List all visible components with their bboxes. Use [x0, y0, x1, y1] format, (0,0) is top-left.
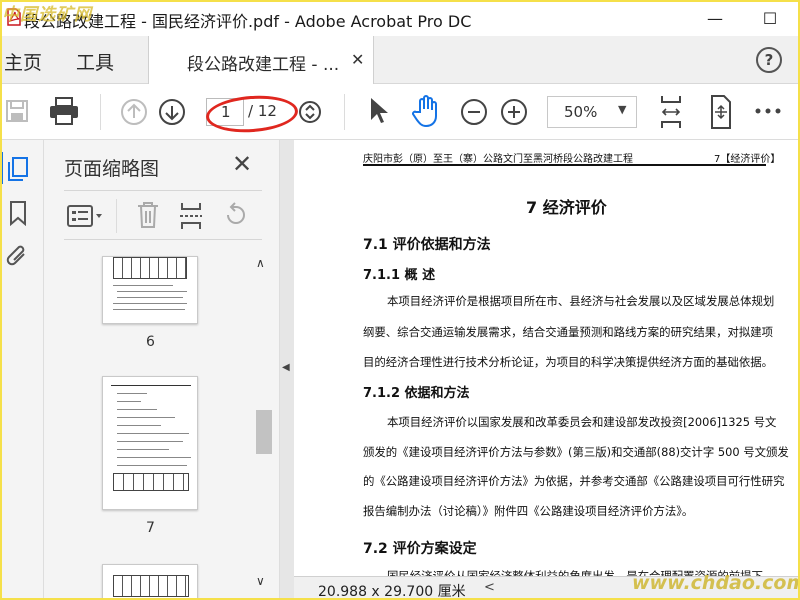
thumbnail-text-line: [113, 303, 187, 304]
tab-bar: 主页 工具 段公路改建工程 - ... ✕ ?: [0, 36, 800, 84]
thumbnail-table: [113, 257, 187, 279]
doc-subsection-heading: 7.1.1 概 述: [363, 268, 436, 283]
print-icon[interactable]: [48, 96, 80, 126]
main-toolbar: 1 / 12 50% ▼: [0, 84, 800, 140]
maximize-button[interactable]: ☐: [755, 4, 785, 32]
title-bar: 段公路改建工程 - 国民经济评价.pdf - Adobe Acrobat Pro…: [0, 0, 800, 36]
fit-page-icon[interactable]: [656, 94, 686, 130]
page-size-readout: 20.988 x 29.700 厘米: [318, 584, 466, 600]
thumbnail-text-line: [117, 449, 169, 450]
doc-header-rule: [363, 164, 766, 166]
thumbnail-header-rule: [111, 385, 191, 386]
zoom-in-icon[interactable]: [500, 98, 528, 126]
left-nav-rail: [0, 140, 44, 600]
doc-section-heading: 7.2 评价方案设定: [363, 541, 477, 557]
thumbnail-text-line: [117, 291, 187, 292]
doc-section-heading: 7.1 评价依据和方法: [363, 237, 491, 253]
doc-paragraph-line: 纲要、综合交通运输发展需求，结合交通量预测和路线方案的研究结果，对拟建项: [363, 325, 774, 339]
zoom-value: 50%: [564, 103, 598, 121]
collapse-panel-icon[interactable]: ◀: [282, 362, 290, 373]
arrow-down-circle-icon[interactable]: [158, 98, 186, 126]
full-screen-icon[interactable]: [706, 94, 736, 130]
thumbnail-text-line: [117, 409, 157, 410]
doc-paragraph-line: 的《公路建设项目经济评价方法》为依据，并参考交通部《公路建设项目可行性研究: [363, 474, 785, 488]
thumbnail-text-line: [117, 441, 183, 442]
more-icon[interactable]: [754, 106, 782, 116]
thumbnail-text-line: [117, 425, 161, 426]
page-thumbnail-6[interactable]: [102, 256, 198, 324]
rotate-icon[interactable]: [222, 201, 250, 229]
rail-active-indicator: [0, 152, 3, 184]
doc-paragraph-line: 本项目经济评价是根据项目所在市、县经济与社会发展以及区域发展总体规划: [387, 294, 775, 308]
thumbnail-page-number: 7: [146, 520, 155, 536]
thumbnail-scrollbar[interactable]: ∧ ∨: [252, 252, 272, 600]
document-view[interactable]: 庆阳市彭（原）至王（寨）公路文门至黑河桥段公路改建工程 7【经济评价】 7 经济…: [294, 140, 800, 576]
attachment-icon[interactable]: [6, 242, 30, 272]
thumbnail-text-line: [117, 297, 183, 298]
tab-document[interactable]: 段公路改建工程 - ... ✕: [148, 36, 374, 84]
thumbnail-text-line: [117, 417, 175, 418]
doc-chapter-title: 7 经济评价: [526, 198, 607, 217]
thumbnail-text-line: [117, 393, 147, 394]
watermark-bottom-right: www.chdao.com: [632, 572, 800, 594]
page-thumbnail-8[interactable]: [102, 564, 198, 600]
panel-separator: [116, 199, 117, 233]
page-thumbnails-icon[interactable]: [6, 156, 30, 182]
thumbnail-text-line: [117, 457, 191, 458]
bookmark-icon[interactable]: [8, 200, 28, 226]
thumbnail-text-line: [117, 401, 141, 402]
doc-subsection-heading: 7.1.2 依据和方法: [363, 386, 470, 401]
tab-home[interactable]: 主页: [4, 48, 42, 75]
tab-document-label: 段公路改建工程 - ...: [187, 55, 340, 75]
doc-running-header: 庆阳市彭（原）至王（寨）公路文门至黑河桥段公路改建工程: [363, 154, 633, 165]
watermark-top-left: 中国选矿网: [2, 5, 92, 25]
help-icon[interactable]: ?: [756, 47, 782, 73]
zoom-select[interactable]: 50% ▼: [547, 96, 637, 128]
doc-paragraph-line: 目的经济合理性进行技术分析论证，为项目的科学决策提供经济方面的基础依据。: [363, 355, 774, 369]
thumbnail-text-line: [113, 285, 173, 286]
arrow-up-circle-icon[interactable]: [120, 98, 148, 126]
doc-chapter-label: 7【经济评价】: [714, 154, 781, 165]
panel-splitter[interactable]: ◀: [280, 140, 294, 600]
panel-title: 页面缩略图: [64, 158, 160, 180]
trash-icon[interactable]: [136, 201, 160, 229]
scroll-down-icon[interactable]: ∨: [256, 574, 265, 588]
extract-pages-icon[interactable]: [178, 201, 204, 231]
chevron-down-icon: ▼: [618, 103, 627, 116]
panel-close-icon[interactable]: ✕: [232, 150, 252, 178]
thumbnail-text-line: [113, 309, 185, 310]
thumbnail-table: [113, 575, 189, 597]
scroll-thumb[interactable]: [256, 410, 272, 454]
options-menu-icon[interactable]: [66, 203, 104, 229]
thumbnail-table: [113, 473, 189, 491]
scroll-left-icon[interactable]: <: [484, 580, 495, 595]
page-thumbnail-7[interactable]: [102, 376, 198, 510]
cursor-arrow-icon[interactable]: [366, 96, 390, 126]
thumbnail-text-line: [117, 433, 189, 434]
toolbar-separator: [100, 94, 101, 130]
page-stepper-icon[interactable]: [298, 100, 322, 124]
tab-close-icon[interactable]: ✕: [351, 50, 364, 69]
thumbnail-text-line: [117, 465, 187, 466]
doc-paragraph-line: 报告编制办法（讨论稿）》附件四《公路建设项目经济评价方法》。: [363, 504, 694, 518]
hand-icon[interactable]: [412, 94, 442, 128]
scroll-up-icon[interactable]: ∧: [256, 256, 265, 270]
thumbnail-panel: 页面缩略图 ✕ 6 7 ∧ ∨: [44, 140, 280, 600]
doc-paragraph-line: 本项目经济评价以国家发展和改革委员会和建设部发改投资[2006]1325 号文: [387, 415, 777, 429]
panel-toolbar: [64, 190, 262, 240]
doc-paragraph-line: 颁发的《建设项目经济评价方法与参数》(第三版)和交通部(88)交计字 500 号…: [363, 445, 789, 459]
minimize-button[interactable]: —: [700, 4, 730, 32]
thumbnail-page-number: 6: [146, 334, 155, 350]
toolbar-separator: [344, 94, 345, 130]
tab-tools[interactable]: 工具: [76, 48, 114, 75]
save-icon[interactable]: [4, 98, 30, 124]
zoom-out-icon[interactable]: [460, 98, 488, 126]
